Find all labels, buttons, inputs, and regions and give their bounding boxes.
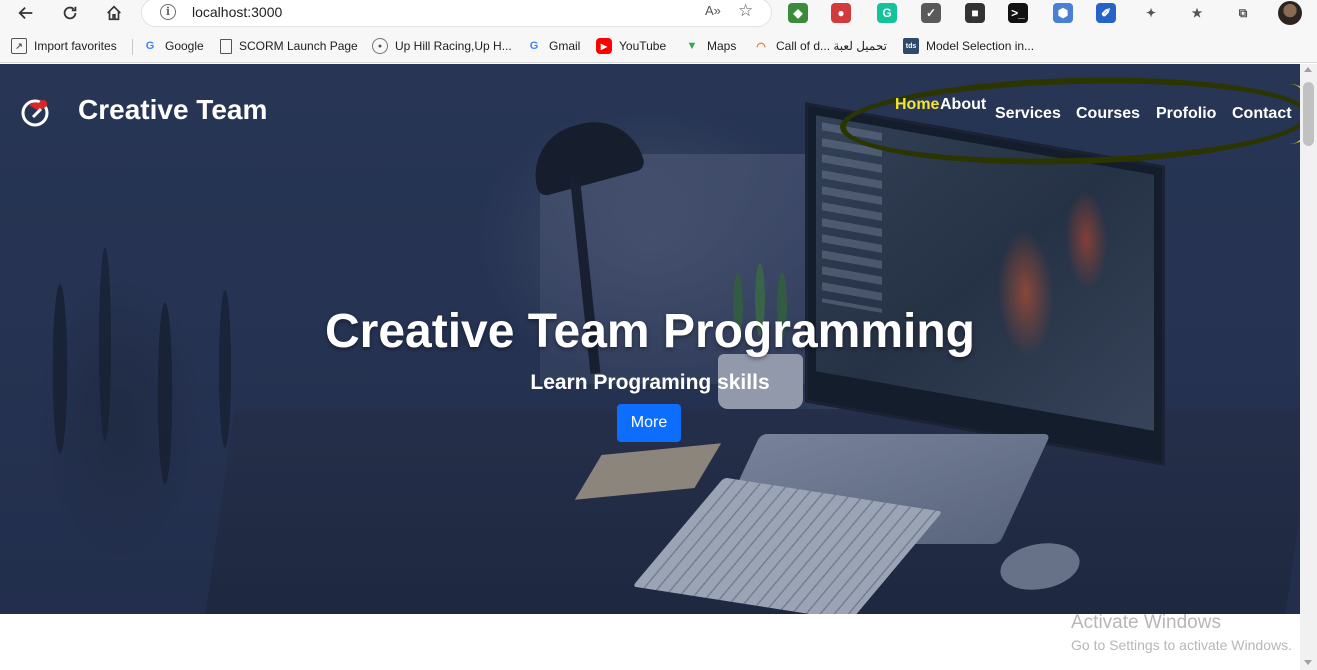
- bookmark-item[interactable]: SCORM Launch Page: [220, 37, 358, 55]
- bookmark-label: Up Hill Racing,Up H...: [395, 39, 512, 53]
- nav-services[interactable]: Services: [995, 105, 1061, 123]
- page-viewport: Creative Team Home About Services Course…: [0, 64, 1300, 670]
- grammarly-icon[interactable]: G: [877, 3, 897, 23]
- feather-extension-icon[interactable]: ✐: [1096, 3, 1116, 23]
- bookmark-item[interactable]: ● Up Hill Racing,Up H...: [372, 37, 512, 55]
- import-icon: ↗: [11, 38, 27, 54]
- bookmarks-divider: [132, 39, 133, 55]
- bookmark-item[interactable]: G Google: [142, 37, 204, 55]
- more-button[interactable]: More: [617, 404, 681, 442]
- bookmark-label: SCORM Launch Page: [239, 39, 358, 53]
- page-scrollbar[interactable]: [1300, 64, 1317, 670]
- nav-home[interactable]: Home: [895, 96, 939, 114]
- read-aloud-icon[interactable]: A»: [705, 3, 721, 18]
- nav-portfolio[interactable]: Profolio: [1156, 105, 1216, 123]
- hero-subtitle: Learn Programing skills: [530, 371, 770, 394]
- bookmark-label: Gmail: [549, 39, 581, 53]
- racing-icon: ●: [372, 38, 388, 54]
- home-button[interactable]: [101, 2, 127, 24]
- bookmark-item[interactable]: ↗ Import favorites: [11, 37, 117, 55]
- vpn-extension-icon[interactable]: ⬢: [1053, 3, 1073, 23]
- bookmark-label: Model Selection in...: [926, 39, 1035, 53]
- hero-title: Creative Team Programming: [325, 305, 975, 358]
- scroll-down-arrow-icon[interactable]: [1304, 660, 1312, 665]
- puzzle-extensions-icon[interactable]: ✦: [1141, 3, 1161, 23]
- nav-contact[interactable]: Contact: [1232, 105, 1292, 123]
- bookmarks-bar: ↗ Import favorites G Google SCORM Launch Pag…: [0, 30, 1317, 63]
- maps-icon: ▼: [686, 40, 698, 52]
- url-text[interactable]: localhost:3000: [192, 4, 282, 20]
- bookmark-item[interactable]: tds Model Selection in...: [903, 37, 1034, 55]
- tds-icon: tds: [903, 38, 919, 54]
- google-icon: G: [145, 40, 155, 52]
- brand-name[interactable]: Creative Team: [78, 94, 267, 126]
- earth-extension-icon[interactable]: ◆: [788, 3, 808, 23]
- profile-avatar[interactable]: [1278, 1, 1302, 25]
- refresh-button[interactable]: [57, 2, 83, 24]
- scroll-up-arrow-icon[interactable]: [1304, 67, 1312, 72]
- add-favorite-icon[interactable]: ☆: [738, 1, 753, 21]
- scroll-thumb[interactable]: [1303, 82, 1314, 146]
- bookmark-label: Maps: [707, 39, 737, 53]
- bookmark-label: Call of d... تحميل لعبة: [776, 39, 887, 53]
- youtube-icon: ▶: [596, 38, 612, 54]
- rainbow-icon: ◠: [756, 40, 766, 53]
- hero-section: Creative Team Home About Services Course…: [0, 64, 1300, 614]
- google-icon: G: [529, 40, 539, 52]
- nav-about[interactable]: About: [940, 96, 986, 114]
- home-icon: [107, 5, 121, 21]
- activate-windows-subtitle: Go to Settings to activate Windows.: [1071, 637, 1292, 653]
- bookmark-item[interactable]: ▶ YouTube: [596, 37, 666, 55]
- bookmark-label: Import favorites: [34, 39, 117, 53]
- bookmark-item[interactable]: ◠ Call of d... تحميل لعبة: [753, 37, 887, 55]
- back-button[interactable]: [13, 2, 39, 24]
- pin-extension-icon[interactable]: ●: [831, 3, 851, 23]
- shield-extension-icon[interactable]: ✓: [921, 3, 941, 23]
- terminal-icon[interactable]: >_: [1008, 3, 1028, 23]
- site-info-icon[interactable]: i: [160, 4, 176, 20]
- bookmark-label: YouTube: [619, 39, 667, 53]
- favorites-icon[interactable]: ★: [1187, 3, 1207, 23]
- address-bar[interactable]: i localhost:3000 A» ☆: [141, 0, 772, 27]
- bookmark-label: Google: [165, 39, 204, 53]
- brand-logo-icon[interactable]: [19, 95, 53, 129]
- bookmark-item[interactable]: ▼ Maps: [684, 37, 737, 55]
- back-arrow-icon: [18, 6, 33, 20]
- bookmark-item[interactable]: G Gmail: [526, 37, 581, 55]
- lock-extension-icon[interactable]: ■: [965, 3, 985, 23]
- browser-toolbar: i localhost:3000 A» ☆ ◆ ● G ✓ ■ >_ ⬢ ✐ ✦ ★ ⧉: [0, 0, 1317, 30]
- activate-windows-title: Activate Windows: [1071, 612, 1221, 633]
- nav-courses[interactable]: Courses: [1076, 105, 1140, 123]
- page-icon: [220, 38, 232, 54]
- refresh-icon: [63, 6, 77, 20]
- collections-icon[interactable]: ⧉: [1233, 3, 1253, 23]
